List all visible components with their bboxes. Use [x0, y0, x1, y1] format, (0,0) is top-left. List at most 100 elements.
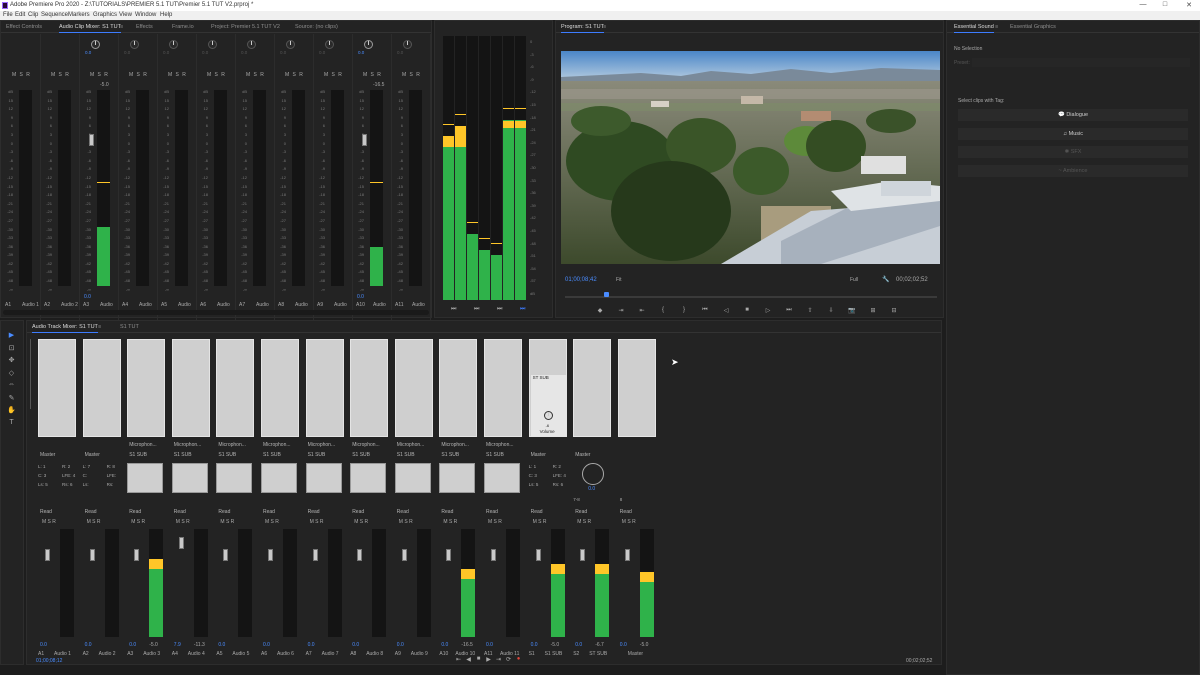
program-resolution-select[interactable]: Full	[850, 277, 858, 283]
program-control-button[interactable]: ▷	[762, 307, 774, 315]
master-meter-button[interactable]: ⏭	[474, 306, 479, 313]
effects-slot[interactable]	[573, 339, 612, 437]
surround-panner[interactable]	[171, 463, 208, 493]
automation-mode-select[interactable]: Read	[174, 509, 186, 516]
tab-essential-graphics[interactable]: Essential Graphics	[1010, 24, 1056, 30]
mute-solo-buttons[interactable]: M S R	[131, 519, 145, 525]
automation-mode-select[interactable]: Read	[531, 509, 543, 516]
output-select[interactable]: S1 SUB	[352, 452, 370, 459]
automation-mode-select[interactable]: Read	[397, 509, 409, 516]
track-volume-fader[interactable]	[535, 549, 541, 561]
input-select[interactable]: Microphon...	[441, 442, 469, 449]
maximize-button[interactable]: □	[1160, 1, 1170, 10]
menu-markers[interactable]: Markers	[68, 12, 90, 18]
input-select[interactable]: Microphon...	[397, 442, 425, 449]
effects-slot[interactable]	[171, 339, 210, 437]
output-select[interactable]: Master	[85, 452, 100, 459]
mute-solo-buttons[interactable]: M S R	[622, 519, 636, 525]
track-volume-fader[interactable]	[45, 549, 50, 561]
mute-solo-buttons[interactable]: M S R	[176, 519, 190, 525]
music-button[interactable]: ♫ Music	[958, 128, 1188, 140]
program-menu-icon[interactable]: ≡	[603, 24, 606, 30]
track-volume-fader[interactable]	[580, 549, 586, 561]
mute-solo-record-buttons[interactable]: M S R	[246, 72, 265, 78]
clip-volume-fader[interactable]	[362, 134, 367, 146]
transport-button[interactable]: ▶	[484, 656, 493, 664]
mute-solo-buttons[interactable]: M S R	[42, 519, 56, 525]
pan-knob-icon[interactable]	[130, 40, 139, 49]
menu-sequence[interactable]: Sequence	[41, 12, 68, 18]
transport-button[interactable]: ⇥	[494, 656, 503, 664]
menu-graphics[interactable]: Graphics	[93, 12, 117, 18]
menu-file[interactable]: File	[3, 12, 13, 18]
selection-tool-icon[interactable]: ▶	[7, 331, 16, 340]
tab-source[interactable]: Source: (no clips)	[295, 24, 338, 30]
tab-effects[interactable]: Effects	[136, 24, 153, 30]
mute-solo-buttons[interactable]: M S R	[354, 519, 368, 525]
panel-menu-icon[interactable]: ≡	[120, 24, 123, 30]
menu-window[interactable]: Window	[135, 12, 156, 18]
input-select[interactable]: Microphon...	[174, 442, 202, 449]
fx-disclosure[interactable]	[30, 339, 38, 409]
tab-sequence[interactable]: S1 TUT	[120, 324, 139, 330]
dialogue-button[interactable]: 💬 Dialogue	[958, 109, 1188, 121]
program-video-frame[interactable]	[561, 51, 940, 264]
master-meter-button[interactable]: ⏭	[451, 306, 456, 313]
tab-audio-track-mixer[interactable]: Audio Track Mixer: S1 TUT	[32, 324, 98, 333]
fx-knob-icon[interactable]	[543, 411, 553, 420]
track-volume-fader[interactable]	[624, 549, 630, 561]
pan-knob-icon[interactable]	[247, 40, 256, 49]
mute-solo-record-buttons[interactable]: M S R	[363, 72, 382, 78]
clip-mixer-scrollbar[interactable]	[3, 310, 429, 315]
mute-solo-buttons[interactable]: M S R	[265, 519, 279, 525]
menu-view[interactable]: View	[119, 12, 132, 18]
wrench-icon[interactable]: 🔧	[882, 276, 889, 283]
mute-solo-buttons[interactable]: M S R	[533, 519, 547, 525]
mute-solo-record-buttons[interactable]: M S R	[129, 72, 148, 78]
mute-solo-record-buttons[interactable]: M S R	[51, 72, 70, 78]
transport-button[interactable]: ■	[474, 656, 483, 664]
program-control-button[interactable]: ◆	[594, 307, 606, 315]
tab-essential-sound[interactable]: Essential Sound	[954, 24, 994, 33]
transport-button[interactable]: ⇤	[454, 656, 463, 664]
mute-solo-record-buttons[interactable]: M S R	[285, 72, 304, 78]
transport-button[interactable]: ⟳	[504, 656, 513, 664]
effects-slot[interactable]	[350, 339, 389, 437]
output-select[interactable]: S1 SUB	[218, 452, 236, 459]
pen-tool-icon[interactable]: ✎	[7, 394, 16, 403]
program-control-button[interactable]: ⊞	[867, 307, 879, 315]
output-select[interactable]: S1 SUB	[486, 452, 504, 459]
input-select[interactable]: Microphon...	[308, 442, 336, 449]
slip-tool-icon[interactable]: ⇔	[7, 381, 16, 390]
surround-panner[interactable]	[127, 463, 164, 493]
track-volume-fader[interactable]	[491, 549, 496, 561]
program-control-button[interactable]: ⇧	[804, 307, 816, 315]
output-select[interactable]: Master	[40, 452, 55, 459]
pan-knob-icon[interactable]	[286, 40, 295, 49]
surround-panner[interactable]	[439, 463, 476, 493]
effects-slot[interactable]	[261, 339, 299, 437]
effects-slot[interactable]	[439, 339, 478, 437]
tab-effect-controls[interactable]: Effect Controls	[6, 24, 42, 30]
program-control-button[interactable]: ⇩	[825, 307, 837, 315]
effects-slot[interactable]	[305, 339, 344, 437]
menu-help[interactable]: Help	[160, 12, 172, 18]
input-select[interactable]: Microphon...	[129, 442, 157, 449]
clip-volume-fader[interactable]	[89, 134, 94, 146]
mute-solo-buttons[interactable]: M S R	[399, 519, 413, 525]
surround-panner[interactable]	[305, 463, 342, 493]
effects-slot[interactable]	[394, 339, 433, 437]
program-playhead[interactable]	[603, 292, 609, 297]
input-select[interactable]: Microphon...	[352, 442, 380, 449]
surround-panner[interactable]	[216, 463, 253, 493]
program-control-button[interactable]: {	[657, 307, 669, 315]
automation-mode-select[interactable]: Read	[85, 509, 97, 516]
type-tool-icon[interactable]: T	[7, 419, 16, 428]
mute-solo-buttons[interactable]: M S R	[577, 519, 591, 525]
automation-mode-select[interactable]: Read	[129, 509, 141, 516]
sub-fx-box[interactable]: ST SUB -6 Volume	[530, 375, 567, 437]
ripple-edit-icon[interactable]: ✥	[7, 356, 16, 365]
track-volume-fader[interactable]	[312, 549, 318, 561]
track-volume-fader[interactable]	[357, 549, 363, 561]
mute-solo-record-buttons[interactable]: M S R	[324, 72, 343, 78]
